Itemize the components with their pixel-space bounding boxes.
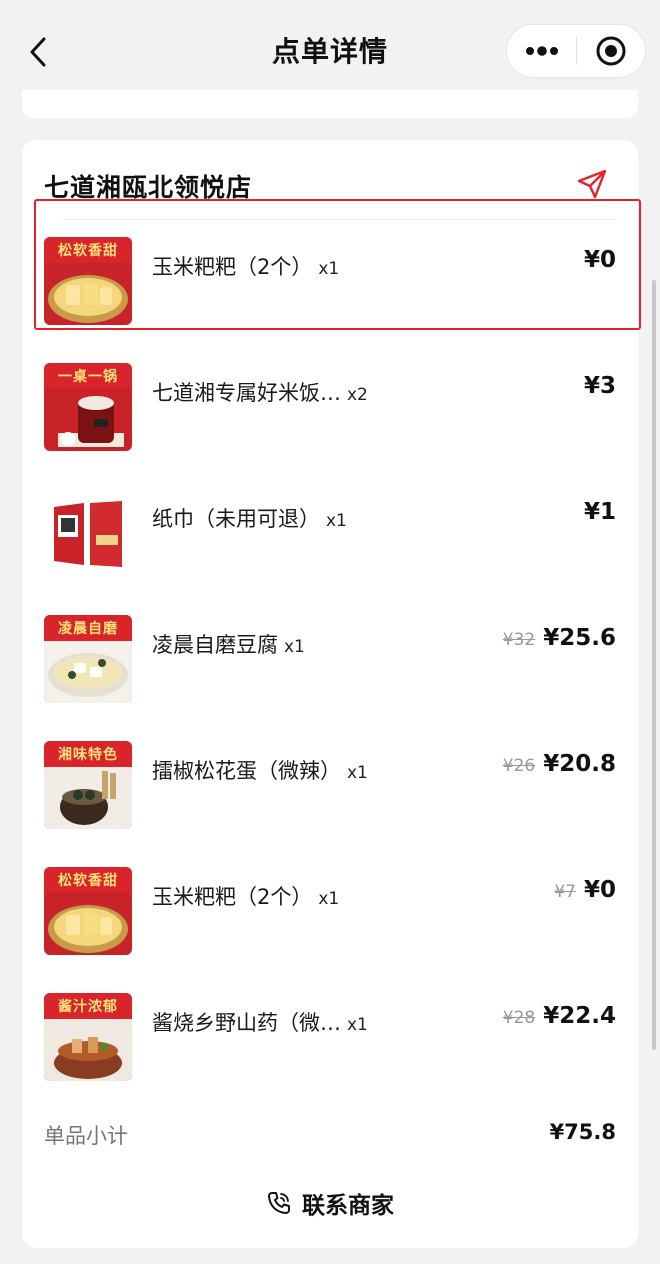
item-quantity: x1 <box>318 889 340 909</box>
order-item[interactable]: 湘味特色 擂椒松花蛋（微辣） x1 ¥26 ¥20.8 <box>22 741 638 851</box>
mini-program-capsule <box>506 24 646 78</box>
contact-merchant-label: 联系商家 <box>302 1193 394 1219</box>
order-item[interactable]: 酱汁浓郁 酱烧乡野山药（微… x1 ¥28 ¥22.4 <box>22 993 638 1103</box>
item-quantity: x1 <box>347 763 368 783</box>
previous-card-edge <box>22 90 638 118</box>
highlight-box <box>34 199 641 330</box>
store-navigation-button[interactable] <box>576 168 608 200</box>
item-price: ¥22.4 <box>543 1003 616 1029</box>
phone-icon <box>268 1192 290 1214</box>
item-thumbnail <box>44 489 132 577</box>
navigation-arrow-icon <box>577 169 607 199</box>
item-thumbnail: 松软香甜 <box>44 867 132 955</box>
item-quantity: x1 <box>284 637 305 657</box>
item-thumbnail: 湘味特色 <box>44 741 132 829</box>
item-price: ¥1 <box>583 499 616 525</box>
item-price: ¥0 <box>583 877 616 903</box>
order-item[interactable]: 纸巾（未用可退） x1 ¥1 <box>22 489 638 599</box>
item-name: 七道湘专属好米饭… <box>152 381 341 405</box>
target-circle-icon <box>596 36 626 66</box>
thumbnail-banner: 松软香甜 <box>44 867 132 893</box>
thumbnail-banner: 湘味特色 <box>44 741 132 767</box>
item-quantity: x2 <box>347 385 368 405</box>
item-thumbnail: 一桌一锅 <box>44 363 132 451</box>
item-price: ¥3 <box>583 373 616 399</box>
item-name: 凌晨自磨豆腐 <box>152 633 278 657</box>
thumbnail-banner: 一桌一锅 <box>44 363 132 389</box>
scrollbar[interactable] <box>652 280 656 1050</box>
contact-merchant-button[interactable]: 联系商家 <box>22 1170 638 1236</box>
item-thumbnail: 凌晨自磨 <box>44 615 132 703</box>
thumbnail-banner: 凌晨自磨 <box>44 615 132 641</box>
subtotal-label: 单品小计 <box>44 1124 128 1148</box>
item-price: ¥25.6 <box>543 625 616 651</box>
more-button[interactable] <box>507 24 576 78</box>
top-nav-bar: 点单详情 <box>0 0 660 100</box>
original-price: ¥26 <box>502 756 536 776</box>
order-item[interactable]: 凌晨自磨 凌晨自磨豆腐 x1 ¥32 ¥25.6 <box>22 615 638 725</box>
item-quantity: x1 <box>347 1015 368 1035</box>
subtotal-value: ¥75.8 <box>549 1120 616 1144</box>
item-name: 玉米粑粑（2个） <box>152 885 313 909</box>
original-price: ¥28 <box>502 1008 536 1028</box>
item-quantity: x1 <box>326 511 347 531</box>
item-price: ¥20.8 <box>543 751 616 777</box>
thumbnail-banner: 酱汁浓郁 <box>44 993 132 1019</box>
item-thumbnail: 酱汁浓郁 <box>44 993 132 1081</box>
more-dots-icon <box>525 46 558 56</box>
original-price: ¥7 <box>554 882 576 902</box>
item-name: 酱烧乡野山药（微… <box>152 1011 341 1035</box>
order-item[interactable]: 松软香甜 玉米粑粑（2个） x1 ¥7 ¥0 <box>22 867 638 977</box>
order-item[interactable]: 一桌一锅 七道湘专属好米饭… x2 ¥3 <box>22 363 638 473</box>
original-price: ¥32 <box>502 630 536 650</box>
subtotal-row: 单品小计 ¥75.8 <box>44 1120 616 1150</box>
item-name: 纸巾（未用可退） <box>152 507 320 531</box>
close-button[interactable] <box>577 24 645 78</box>
item-name: 擂椒松花蛋（微辣） <box>152 759 341 783</box>
